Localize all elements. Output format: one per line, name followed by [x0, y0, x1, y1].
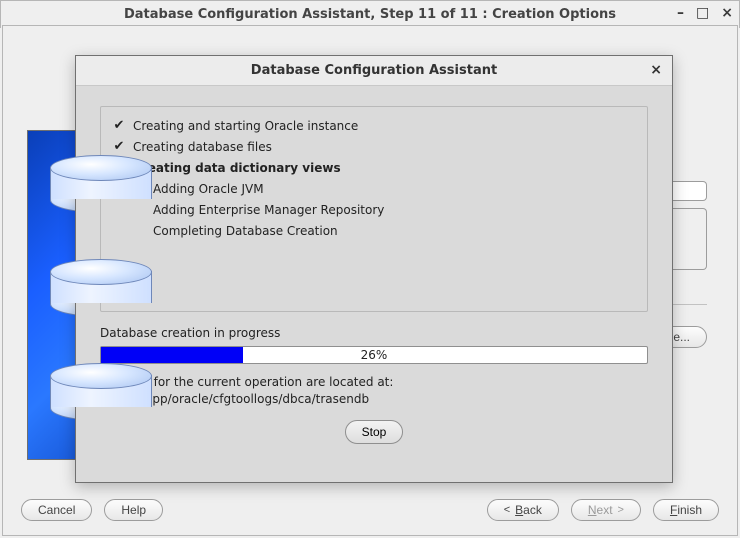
log-path: /oracle/app/oracle/cfgtoollogs/dbca/tras… — [100, 391, 648, 408]
stop-button[interactable]: Stop — [345, 420, 404, 444]
progress-dialog: Database Configuration Assistant × ✔ Cre… — [75, 55, 673, 483]
cancel-button[interactable]: Cancel — [21, 499, 92, 521]
step-label: Creating data dictionary views — [133, 161, 341, 175]
next-button: Next > — [571, 499, 641, 521]
finish-button[interactable]: Finish — [653, 499, 719, 521]
step-item: • Adding Oracle JVM — [113, 178, 635, 199]
log-intro: Log files for the current operation are … — [100, 374, 648, 391]
maximize-icon[interactable]: □ — [696, 5, 709, 21]
back-button[interactable]: < Back — [487, 499, 559, 521]
step-label: Adding Enterprise Manager Repository — [153, 203, 384, 217]
minimize-icon[interactable]: – — [677, 5, 684, 21]
window-title: Database Configuration Assistant, Step 1… — [1, 7, 739, 22]
step-list: ✔ Creating and starting Oracle instance … — [100, 106, 648, 312]
progress-percent: 26% — [101, 348, 647, 362]
dialog-title: Database Configuration Assistant — [76, 63, 672, 78]
check-icon: ✔ — [113, 118, 125, 133]
dialog-close-icon[interactable]: × — [650, 62, 662, 78]
dialog-titlebar: Database Configuration Assistant × — [76, 56, 672, 86]
step-label: Creating database files — [133, 140, 272, 154]
help-button[interactable]: Help — [104, 499, 163, 521]
progress-bar: 26% — [100, 346, 648, 364]
status-text: Database creation in progress — [100, 326, 648, 340]
log-location: Log files for the current operation are … — [100, 374, 648, 408]
step-label: Completing Database Creation — [153, 224, 338, 238]
step-item: • Completing Database Creation — [113, 220, 635, 241]
close-icon[interactable]: × — [721, 5, 733, 21]
chevron-left-icon: < — [504, 504, 510, 516]
step-label: Creating and starting Oracle instance — [133, 119, 358, 133]
step-label: Adding Oracle JVM — [153, 182, 264, 196]
check-icon: ✔ — [113, 139, 125, 154]
window-titlebar: Database Configuration Assistant, Step 1… — [0, 0, 740, 28]
chevron-right-icon: > — [618, 504, 624, 516]
step-item: ✓ Creating data dictionary views — [113, 157, 635, 178]
step-item: ✔ Creating and starting Oracle instance — [113, 115, 635, 136]
wizard-footer: Cancel Help < Back Next > Finish — [3, 495, 737, 525]
step-item: • Adding Enterprise Manager Repository — [113, 199, 635, 220]
step-item: ✔ Creating database files — [113, 136, 635, 157]
